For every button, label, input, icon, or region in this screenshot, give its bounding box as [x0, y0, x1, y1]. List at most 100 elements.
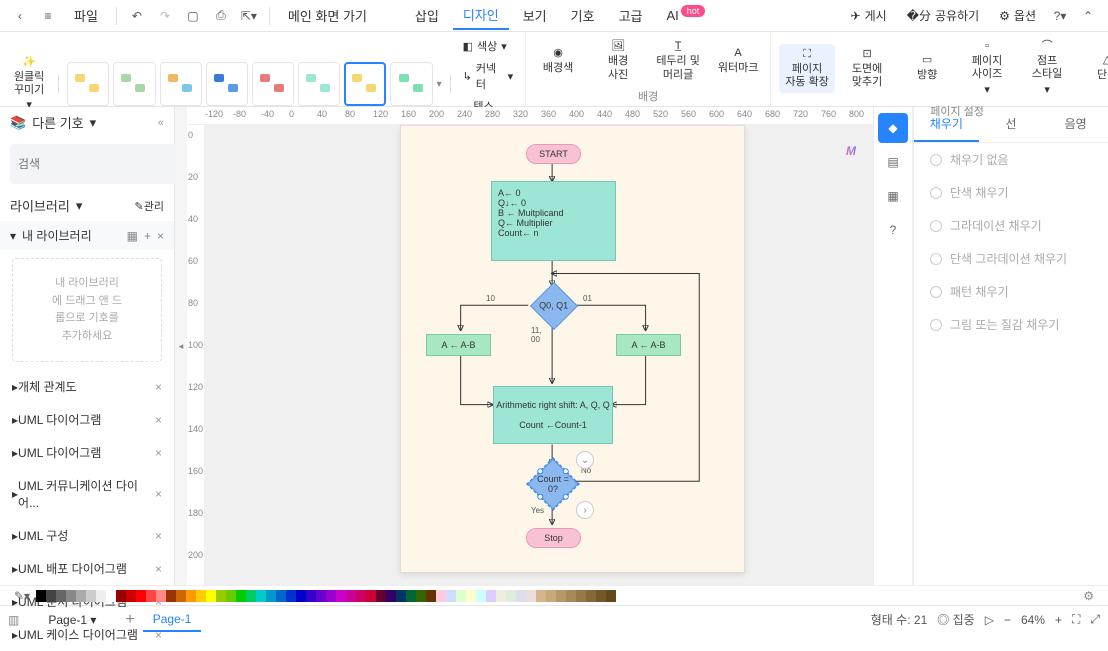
presentation-icon[interactable]: ▷ [985, 613, 994, 627]
color-swatch[interactable] [226, 590, 236, 602]
flow-init-node[interactable]: A← 0 Q↓← 0 B ← Muitplicand Q← Multiplier… [491, 181, 616, 261]
flow-stop-node[interactable]: Stop [526, 528, 581, 548]
color-swatch[interactable] [556, 590, 566, 602]
color-swatch[interactable] [596, 590, 606, 602]
flow-decision-q0q1[interactable]: Q0, Q1 [530, 282, 578, 330]
color-swatch[interactable] [56, 590, 66, 602]
color-swatch[interactable] [506, 590, 516, 602]
color-swatch[interactable] [76, 590, 86, 602]
canvas[interactable]: START A← 0 Q↓← 0 B ← Muitplicand Q← Mult… [205, 125, 885, 585]
library-grid-icon[interactable]: ▦ [127, 229, 138, 243]
fill-option-none[interactable]: 채우기 없음 [914, 143, 1108, 176]
color-swatch[interactable] [466, 590, 476, 602]
page-tool-icon[interactable]: ▤ [878, 147, 908, 177]
color-dropdown[interactable]: ◧ 색상▾ [459, 36, 517, 56]
color-swatch[interactable] [256, 590, 266, 602]
color-swatch[interactable] [436, 590, 446, 602]
color-swatch[interactable] [606, 590, 616, 602]
menu-symbol[interactable]: 기호 [561, 2, 605, 29]
theme-3[interactable] [160, 62, 202, 106]
lib-item[interactable]: ▸ UML 구성× [0, 519, 174, 552]
watermark-button[interactable]: A워터마크 [710, 43, 766, 79]
palette-settings-icon[interactable]: ⚙ [1077, 589, 1100, 603]
lib-item[interactable]: ▸ UML 배포 다이어그램× [0, 552, 174, 585]
close-icon[interactable]: × [155, 529, 162, 543]
zoom-in-button[interactable]: + [1055, 613, 1062, 627]
color-swatch[interactable] [336, 590, 346, 602]
color-swatch[interactable] [176, 590, 186, 602]
pages-icon[interactable]: ▥ [8, 613, 19, 627]
color-swatch[interactable] [296, 590, 306, 602]
color-swatch[interactable] [566, 590, 576, 602]
close-icon[interactable]: × [155, 562, 162, 576]
menu-design[interactable]: 디자인 [453, 1, 509, 30]
flow-decision-count-selected[interactable]: Count = 0? [528, 459, 579, 510]
color-swatch[interactable] [36, 590, 46, 602]
library-add-icon[interactable]: + [144, 229, 151, 243]
float-action-up[interactable]: ⌄ [576, 451, 594, 469]
color-swatch[interactable] [46, 590, 56, 602]
search-input[interactable] [10, 144, 181, 184]
fill-option-solid[interactable]: 단색 채우기 [914, 176, 1108, 209]
direction-button[interactable]: ▭방향 [899, 50, 955, 86]
color-swatch[interactable] [546, 590, 556, 602]
color-swatch[interactable] [106, 590, 116, 602]
connector-dropdown[interactable]: ↳ 커넥터▾ [459, 58, 517, 94]
page-size-button[interactable]: ▫페이지 사이즈▾ [959, 36, 1015, 101]
fill-option-solid-gradient[interactable]: 단색 그라데이션 채우기 [914, 242, 1108, 275]
hamburger-icon[interactable]: ≡ [36, 4, 60, 28]
color-swatch[interactable] [306, 590, 316, 602]
redo-button[interactable]: ↷ [153, 4, 177, 28]
color-swatch[interactable] [396, 590, 406, 602]
fill-option-picture[interactable]: 그림 또는 질감 채우기 [914, 308, 1108, 341]
export-button[interactable]: ⇱▾ [237, 4, 261, 28]
file-menu[interactable]: 파일 [64, 2, 108, 29]
float-action-down[interactable]: › [576, 501, 594, 519]
lib-item[interactable]: ▸ UML 커뮤니케이션 다이어...× [0, 469, 174, 519]
color-swatch[interactable] [476, 590, 486, 602]
color-swatch[interactable] [166, 590, 176, 602]
color-swatch[interactable] [456, 590, 466, 602]
color-swatch[interactable] [586, 590, 596, 602]
back-button[interactable]: ‹ [8, 4, 32, 28]
color-swatch[interactable] [236, 590, 246, 602]
layers-tool-icon[interactable]: ▦ [878, 181, 908, 211]
menu-advanced[interactable]: 고급 [609, 2, 653, 29]
border-header-button[interactable]: T̲테두리 및 머리글 [650, 36, 706, 86]
page-selector[interactable]: Page-1 ▾ [27, 610, 117, 630]
help-tool-icon[interactable]: ? [878, 215, 908, 245]
menu-ai[interactable]: AIhot [656, 4, 715, 27]
theme-4[interactable] [206, 62, 248, 106]
lib-item[interactable]: ▸ UML 다이어그램× [0, 436, 174, 469]
color-swatch[interactable] [526, 590, 536, 602]
theme-5[interactable] [252, 62, 294, 106]
color-swatch[interactable] [66, 590, 76, 602]
main-screen-button[interactable]: 메인 화면 가기 [278, 2, 377, 29]
collapse-left-panel[interactable]: ◂ [175, 107, 187, 585]
color-swatch[interactable] [216, 590, 226, 602]
color-swatch[interactable] [576, 590, 586, 602]
share-button[interactable]: �分 공유하기 [899, 3, 987, 28]
collapse-ribbon-button[interactable]: ⌃ [1076, 4, 1100, 28]
menu-insert[interactable]: 삽입 [405, 2, 449, 29]
color-swatch[interactable] [276, 590, 286, 602]
theme-1[interactable] [67, 62, 109, 106]
fill-option-gradient[interactable]: 그라데이션 채우기 [914, 209, 1108, 242]
fill-tool-icon[interactable]: ◆ [878, 113, 908, 143]
undo-button[interactable]: ↶ [125, 4, 149, 28]
color-swatch[interactable] [346, 590, 356, 602]
page-tab-1[interactable]: Page-1 [143, 608, 202, 632]
theme-6[interactable] [298, 62, 340, 106]
eyedropper-icon[interactable]: ✎▾ [8, 589, 36, 603]
color-swatch[interactable] [366, 590, 376, 602]
add-page-button[interactable]: + [125, 611, 134, 629]
color-swatch[interactable] [446, 590, 456, 602]
help-button[interactable]: ?▾ [1048, 4, 1072, 28]
color-swatch[interactable] [376, 590, 386, 602]
lib-item[interactable]: ▸ 개체 관계도× [0, 370, 174, 403]
color-swatch[interactable] [356, 590, 366, 602]
fill-option-pattern[interactable]: 패턴 채우기 [914, 275, 1108, 308]
color-swatch[interactable] [156, 590, 166, 602]
close-icon[interactable]: × [155, 380, 162, 394]
library-close-icon[interactable]: × [157, 229, 164, 243]
